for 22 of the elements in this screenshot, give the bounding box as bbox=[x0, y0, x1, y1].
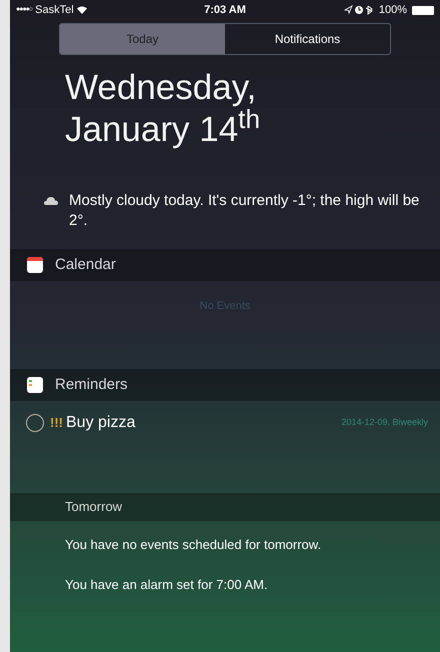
wifi-icon bbox=[76, 6, 87, 14]
segment-tab[interactable]: Notifications bbox=[225, 24, 390, 54]
reminder-checkbox[interactable] bbox=[26, 414, 44, 432]
calendar-app-icon bbox=[27, 257, 43, 273]
weather-summary: Mostly cloudy today. It's currently -1°; the high will be 2°. bbox=[69, 191, 420, 231]
battery-icon bbox=[412, 6, 434, 14]
tomorrow-summary: You have no events scheduled for tomorrow. bbox=[65, 536, 322, 554]
status-icons bbox=[344, 5, 374, 15]
reminders-app-icon bbox=[27, 377, 43, 393]
date-heading: Wednesday, bbox=[65, 67, 258, 109]
clock-time: 7:03 AM bbox=[204, 2, 246, 18]
carrier-name: SaskTel bbox=[35, 2, 74, 18]
battery-percentage: 100% bbox=[378, 2, 407, 18]
section-title: Tomorrow bbox=[65, 498, 122, 516]
reminder-due-date: 2014-12-09, Biweekly bbox=[341, 416, 428, 430]
tomorrow-summary: You have an alarm set for 7:00 AM. bbox=[65, 576, 269, 594]
section-title: Reminders bbox=[55, 374, 128, 395]
reminder-title: Buy pizza bbox=[66, 413, 136, 433]
section-title: Calendar bbox=[55, 254, 116, 275]
date-heading: January 14$^{th}$ bbox=[65, 109, 262, 151]
cloud-icon bbox=[44, 196, 58, 205]
priority-marker: !!! bbox=[50, 414, 63, 432]
